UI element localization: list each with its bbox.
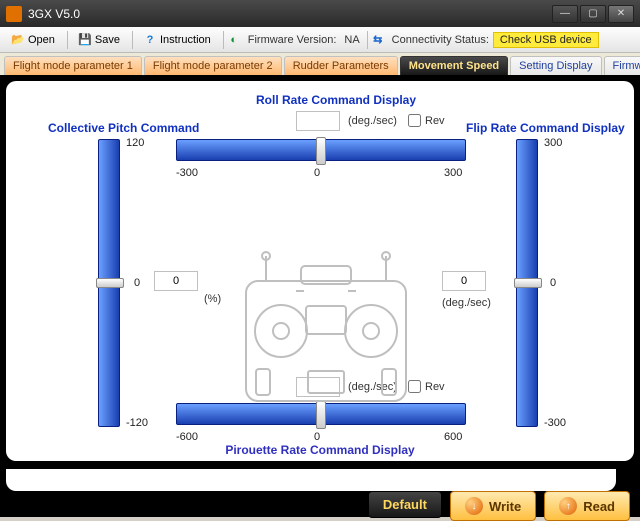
pirouette-max: 600 [444,431,462,443]
flip-value[interactable]: 0 [442,271,486,291]
flip-slider-thumb[interactable] [514,278,542,288]
upload-icon: ↑ [559,497,577,515]
transmitter-graphic [236,251,416,416]
write-label: Write [489,499,521,514]
window-title: 3GX V5.0 [28,7,80,21]
instruction-button[interactable]: ? Instruction [136,30,218,50]
roll-rate-slider[interactable] [176,139,466,161]
title-bar: 3GX V5.0 — ▢ ✕ [0,0,640,27]
default-label: Default [383,497,427,512]
panel-strip [6,469,616,491]
pirouette-rev-label: Rev [425,381,445,393]
collective-top: 120 [126,137,144,149]
folder-open-icon: 📂 [11,33,25,47]
maximize-button[interactable]: ▢ [580,5,606,23]
tab-firmware-upgrade[interactable]: Firmware Upgrade [604,56,640,75]
help-icon: ? [143,33,157,47]
save-icon: 💾 [78,33,92,47]
firmware-version-label: Firmware Version: [244,32,341,48]
pirouette-min: -600 [176,431,198,443]
workspace: Roll Rate Command Display (deg./sec) Rev… [0,75,640,469]
roll-rev-input[interactable] [408,114,421,127]
tab-movement-speed[interactable]: Movement Speed [400,56,508,75]
default-button[interactable]: Default [368,491,442,518]
connectivity-status-value: Check USB device [493,32,599,48]
collective-mid: 0 [134,277,140,289]
save-label: Save [95,34,120,46]
roll-max: 300 [444,167,462,179]
pirouette-title: Pirouette Rate Command Display [6,443,634,457]
tab-strip: Flight mode parameter 1 Flight mode para… [0,53,640,75]
roll-rate-unit: (deg./sec) [348,115,397,127]
collective-bot: -120 [126,417,148,429]
footer-bar: Default ↓ Write ↑ Read [0,469,640,517]
download-icon: ↓ [465,497,483,515]
tab-setting-display[interactable]: Setting Display [510,56,601,75]
tab-rudder-parameters[interactable]: Rudder Parameters [284,56,398,75]
movement-speed-panel: Roll Rate Command Display (deg./sec) Rev… [6,81,634,461]
firmware-version-value: NA [340,32,363,48]
minimize-button[interactable]: — [552,5,578,23]
roll-zero: 0 [314,167,320,179]
save-button[interactable]: 💾 Save [71,30,127,50]
flip-title: Flip Rate Command Display [466,121,625,135]
connectivity-label: Connectivity Status: [388,32,493,48]
roll-rev-checkbox[interactable]: Rev [408,114,445,127]
pirouette-zero: 0 [314,431,320,443]
collective-value[interactable]: 0 [154,271,198,291]
close-button[interactable]: ✕ [608,5,634,23]
app-icon [6,6,22,22]
roll-slider-thumb[interactable] [316,137,326,165]
flip-top: 300 [544,137,562,149]
open-button[interactable]: 📂 Open [4,30,62,50]
roll-rate-value[interactable] [296,111,340,131]
open-label: Open [28,34,55,46]
roll-rate-title: Roll Rate Command Display [256,93,416,107]
flip-mid: 0 [550,277,556,289]
collective-slider[interactable] [98,139,120,427]
collective-slider-thumb[interactable] [96,278,124,288]
main-toolbar: 📂 Open 💾 Save ? Instruction ◐ Firmware V… [0,27,640,53]
connectivity-icon: ⇆ [371,33,385,47]
flip-unit: (deg./sec) [442,297,491,309]
flip-slider[interactable] [516,139,538,427]
roll-min: -300 [176,167,198,179]
flip-bot: -300 [544,417,566,429]
collective-title: Collective Pitch Command [48,121,199,135]
tab-flight-mode-2[interactable]: Flight mode parameter 2 [144,56,282,75]
instruction-label: Instruction [160,34,211,46]
roll-rev-label: Rev [425,115,445,127]
read-label: Read [583,499,615,514]
collective-unit: (%) [204,293,221,305]
tab-flight-mode-1[interactable]: Flight mode parameter 1 [4,56,142,75]
firmware-icon: ◐ [227,33,241,47]
